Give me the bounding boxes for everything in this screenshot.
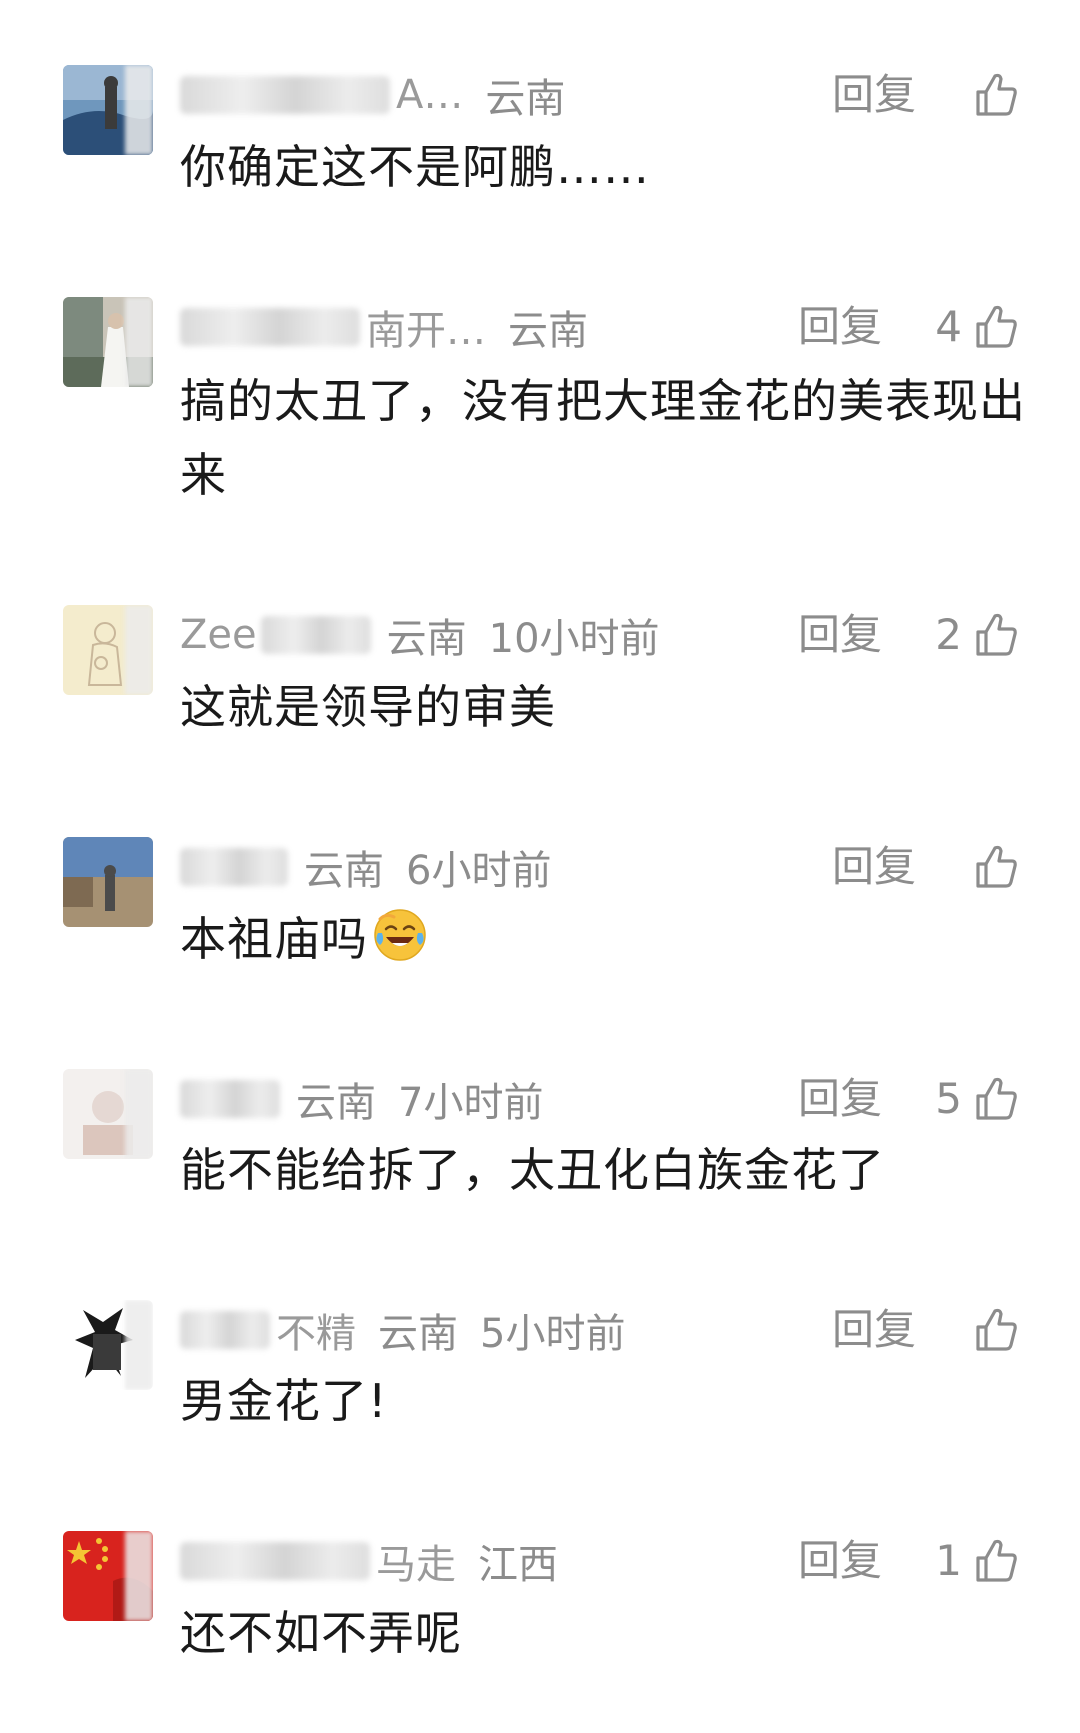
comment-meta: 马走 江西 bbox=[180, 1536, 580, 1588]
comment-text-content: 男金花了! bbox=[180, 1374, 388, 1428]
reply-button[interactable]: 回复 bbox=[832, 70, 916, 120]
comment-meta: 云南 7小时前 bbox=[180, 1074, 543, 1126]
comment-meta: 不精 云南 5小时前 bbox=[180, 1305, 625, 1357]
avatar[interactable] bbox=[63, 1531, 153, 1621]
username[interactable]: 马走 bbox=[376, 1532, 456, 1590]
thumbs-up-icon[interactable] bbox=[970, 610, 1020, 660]
username-blur bbox=[180, 1542, 370, 1580]
username[interactable]: 南开… bbox=[366, 298, 486, 356]
comment-text: 能不能给拆了，太丑化白族金花了 bbox=[180, 1133, 1030, 1207]
reply-button[interactable]: 回复 bbox=[798, 1536, 882, 1586]
comment-text-content: 搞的太丑了，没有把大理金花的美表现出来 bbox=[180, 374, 1026, 502]
username-blur bbox=[180, 848, 288, 886]
avatar[interactable] bbox=[63, 605, 153, 695]
comment-meta: A… 云南 bbox=[180, 70, 587, 122]
thumbs-up-icon[interactable] bbox=[970, 842, 1020, 892]
region-label: 云南 bbox=[485, 76, 566, 122]
like-count: 5 bbox=[935, 1074, 962, 1123]
username[interactable]: Zee bbox=[180, 612, 257, 658]
avatar[interactable] bbox=[63, 1069, 153, 1159]
reply-button[interactable]: 回复 bbox=[798, 610, 882, 660]
comment-text-content: 你确定这不是阿鹏…… bbox=[180, 140, 650, 194]
username[interactable]: 不精 bbox=[276, 1301, 356, 1359]
avatar[interactable] bbox=[63, 837, 153, 927]
reply-button[interactable]: 回复 bbox=[832, 842, 916, 892]
timestamp: 5小时前 bbox=[480, 1311, 626, 1357]
comment-text-content: 本祖庙吗 bbox=[180, 912, 368, 966]
comment-text: 还不如不弄呢 bbox=[180, 1596, 1030, 1670]
avatar[interactable] bbox=[63, 1300, 153, 1390]
region-label: 云南 bbox=[386, 616, 467, 662]
like-count: 1 bbox=[935, 1536, 962, 1585]
like-count: 4 bbox=[935, 302, 962, 351]
comment-meta: Zee 云南 10小时前 bbox=[180, 610, 660, 662]
username[interactable]: A… bbox=[396, 72, 463, 118]
comment-text-content: 这就是领导的审美 bbox=[180, 680, 556, 734]
thumbs-up-icon[interactable] bbox=[970, 70, 1020, 120]
comment-text: 男金花了! bbox=[180, 1364, 1030, 1438]
reply-button[interactable]: 回复 bbox=[798, 1074, 882, 1124]
comment-text-content: 能不能给拆了，太丑化白族金花了 bbox=[180, 1143, 885, 1197]
username-blur bbox=[180, 308, 360, 346]
thumbs-up-icon[interactable] bbox=[970, 1305, 1020, 1355]
comment-meta: 南开… 云南 bbox=[180, 302, 610, 354]
timestamp: 7小时前 bbox=[398, 1080, 544, 1126]
timestamp: 6小时前 bbox=[406, 848, 552, 894]
comment-meta: 云南 6小时前 bbox=[180, 842, 551, 894]
thumbs-up-icon[interactable] bbox=[970, 302, 1020, 352]
username-blur bbox=[180, 1311, 270, 1349]
comment-text: 本祖庙吗 bbox=[180, 902, 1030, 976]
comment-text: 搞的太丑了，没有把大理金花的美表现出来 bbox=[180, 364, 1030, 512]
comment-text: 你确定这不是阿鹏…… bbox=[180, 130, 1030, 204]
thumbs-up-icon[interactable] bbox=[970, 1536, 1020, 1586]
laughing-crying-emoji-icon bbox=[374, 909, 426, 961]
region-label: 云南 bbox=[296, 1080, 376, 1126]
region-label: 云南 bbox=[508, 308, 588, 354]
comment-text: 这就是领导的审美 bbox=[180, 670, 1030, 744]
comment-text-content: 还不如不弄呢 bbox=[180, 1606, 462, 1660]
thumbs-up-icon[interactable] bbox=[970, 1074, 1020, 1124]
region-label: 江西 bbox=[478, 1542, 558, 1588]
username-blur bbox=[180, 1080, 280, 1118]
username-blur bbox=[260, 616, 371, 654]
timestamp: 10小时前 bbox=[488, 616, 660, 662]
region-label: 云南 bbox=[378, 1311, 458, 1357]
like-count: 2 bbox=[935, 610, 962, 659]
avatar[interactable] bbox=[63, 65, 153, 155]
reply-button[interactable]: 回复 bbox=[798, 302, 882, 352]
avatar[interactable] bbox=[63, 297, 153, 387]
region-label: 云南 bbox=[304, 848, 384, 894]
username-blur bbox=[180, 76, 390, 114]
reply-button[interactable]: 回复 bbox=[832, 1305, 916, 1355]
